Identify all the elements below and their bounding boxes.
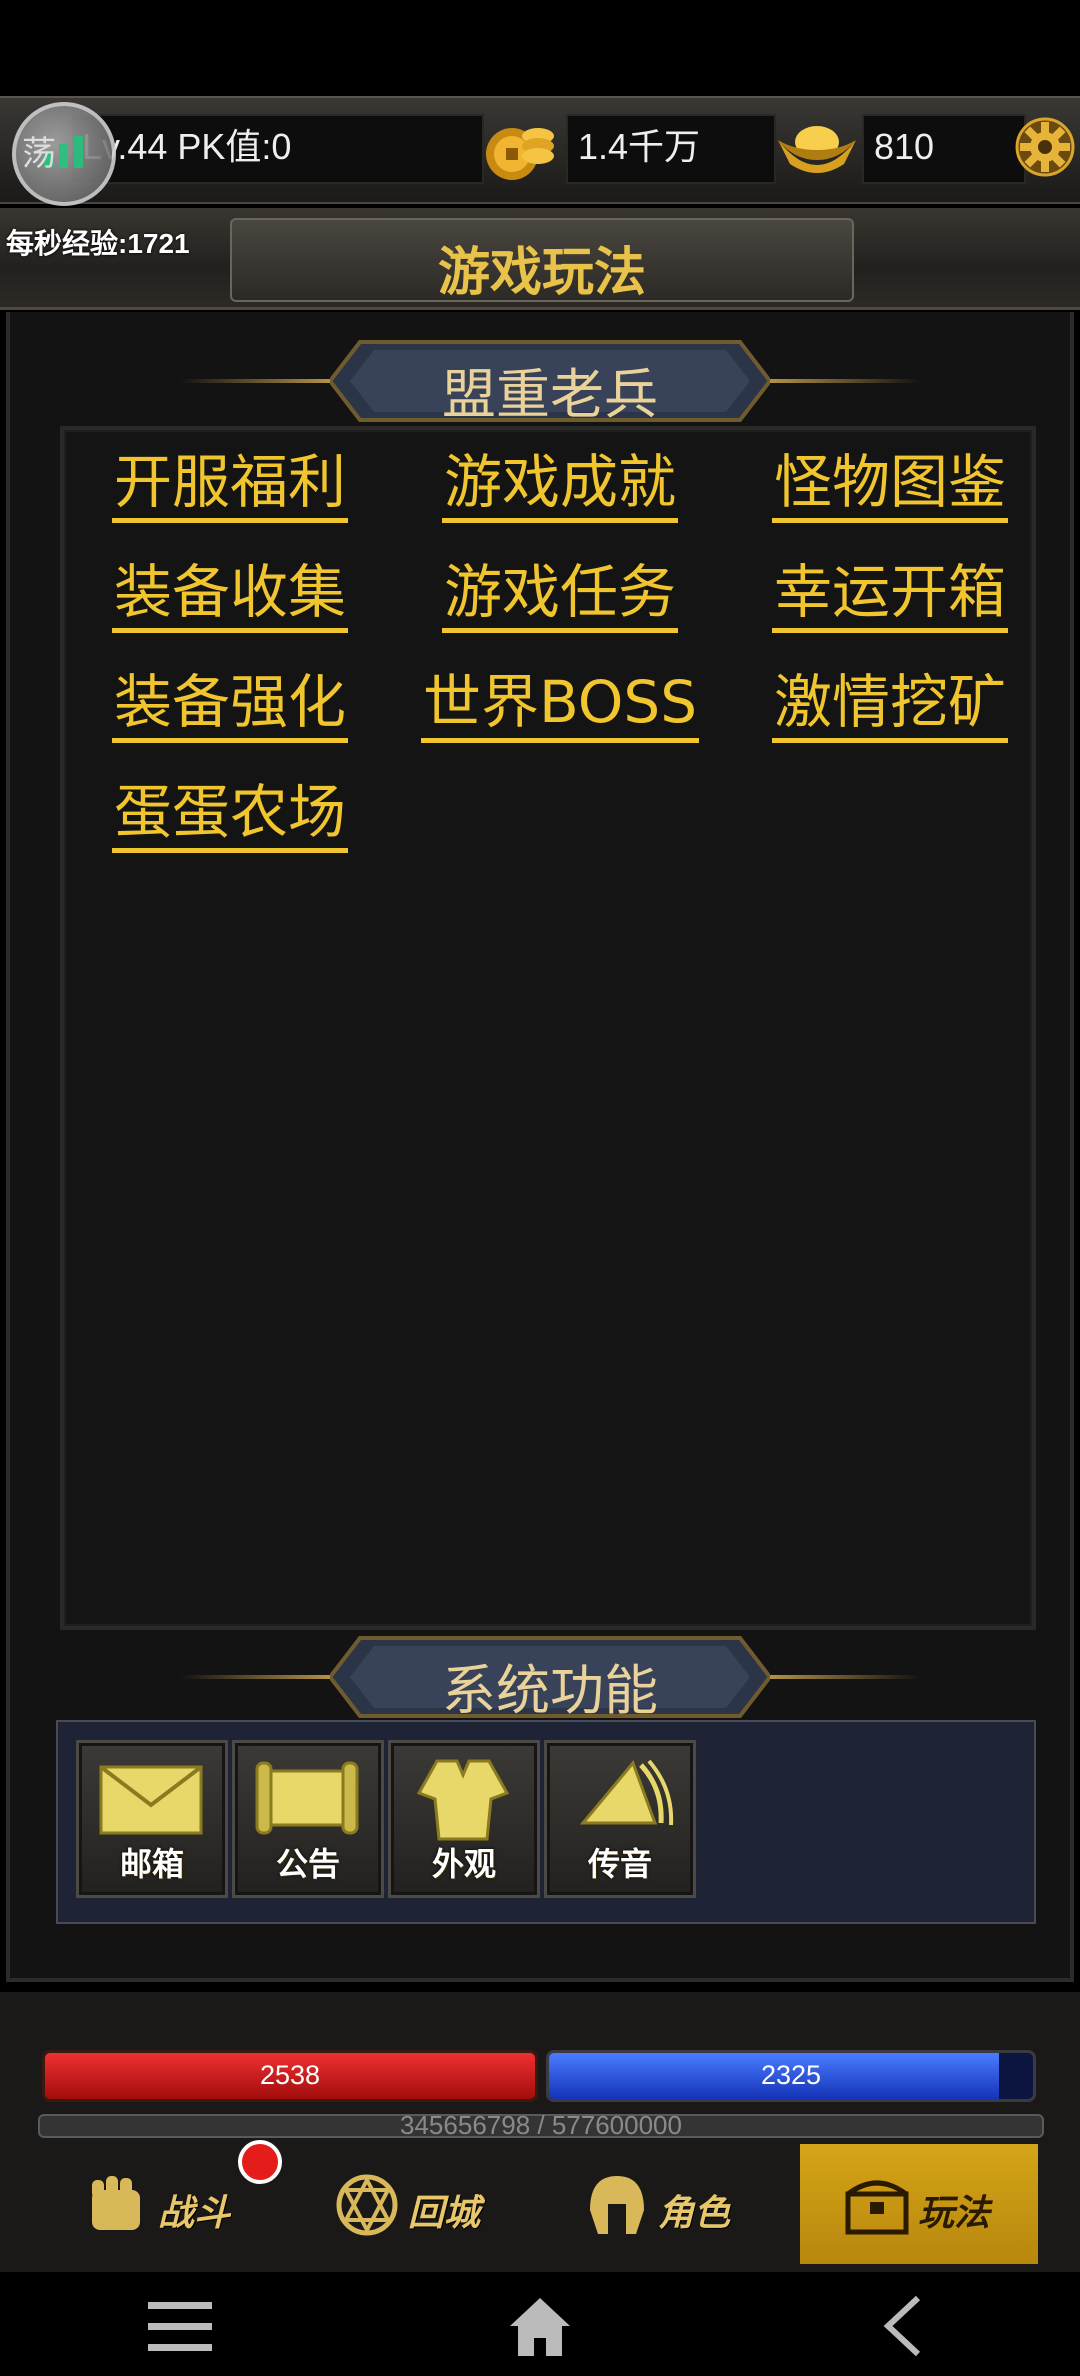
- system-functions-box: 邮箱 公告 外观 传音: [56, 1720, 1036, 1924]
- fist-icon: [92, 2176, 140, 2230]
- tab-character[interactable]: 角色: [540, 2144, 778, 2264]
- system-section-title: 系统功能: [442, 1659, 658, 1722]
- system-nav-bar: [0, 2272, 1080, 2376]
- menu-egg-farm[interactable]: 蛋蛋农场: [110, 776, 350, 856]
- treasure-chest-icon: [845, 2180, 909, 2235]
- menu-open-server-bonus[interactable]: 开服福利: [110, 446, 350, 526]
- exp-bar-text: 345656798 / 577600000: [400, 2110, 682, 2140]
- gameplay-menu-box: 开服福利 游戏成就 怪物图鉴 装备收集 游戏任务 幸运开箱 装备强化 世界BOS…: [60, 426, 1036, 1630]
- hp-value: 2538: [259, 2060, 321, 2090]
- system-section-header: 系统功能: [180, 1634, 920, 1722]
- outfit-icon: [416, 1759, 510, 1841]
- menu-equipment-enhance[interactable]: 装备强化: [110, 666, 350, 746]
- menu-monster-codex[interactable]: 怪物图鉴: [770, 446, 1010, 526]
- mp-value: 2325: [760, 2060, 822, 2090]
- ingot-amount-field: 810: [862, 114, 1026, 184]
- gear-icon[interactable]: [1014, 116, 1076, 178]
- appearance-button[interactable]: 外观: [388, 1740, 540, 1898]
- avatar-overlay-char: 荡: [22, 134, 56, 174]
- envelope-icon: [99, 1765, 203, 1835]
- exp-bar: 345656798 / 577600000: [38, 2110, 1044, 2140]
- menu-world-boss[interactable]: 世界BOSS: [420, 666, 700, 746]
- title-band: 游戏玩法 每秒经验:1721: [0, 208, 1080, 310]
- status-area: 2538 2325 345656798 / 577600000 战斗 回城 角色: [0, 1992, 1080, 2272]
- gameplay-section-title: 盟重老兵: [442, 363, 658, 426]
- menu-equipment-collection[interactable]: 装备收集: [110, 556, 350, 636]
- menu-achievements[interactable]: 游戏成就: [440, 446, 680, 526]
- tab-return-city[interactable]: 回城: [290, 2144, 528, 2264]
- ingot-amount: 810: [874, 126, 935, 167]
- gold-amount: 1.4千万: [578, 126, 701, 167]
- gameplay-section-header: 盟重老兵: [180, 338, 920, 426]
- menu-game-quests[interactable]: 游戏任务: [440, 556, 680, 636]
- menu-lucky-box[interactable]: 幸运开箱: [770, 556, 1010, 636]
- gold-amount-field: 1.4千万: [566, 114, 776, 184]
- mp-bar: 2325: [546, 2050, 1036, 2102]
- portal-icon: [336, 2174, 398, 2236]
- mail-button[interactable]: 邮箱: [76, 1740, 228, 1898]
- exp-per-second: 每秒经验:1721: [6, 228, 190, 259]
- page-title: 游戏玩法: [437, 243, 646, 303]
- notification-badge: [238, 2140, 282, 2184]
- main-panel: 盟重老兵 开服福利 游戏成就 怪物图鉴 装备收集 游戏任务 幸运开箱 装备强化 …: [6, 312, 1074, 1982]
- home-icon[interactable]: [506, 2292, 574, 2360]
- announcement-button[interactable]: 公告: [232, 1740, 384, 1898]
- level-pk-field: Lv.44 PK值:0: [70, 114, 484, 184]
- gold-ingot-icon: [778, 126, 856, 173]
- top-status-bar: Lv.44 PK值:0 1.4千万 810: [0, 96, 1080, 206]
- menu-mining[interactable]: 激情挖矿: [770, 666, 1010, 746]
- gold-coins-icon: [486, 128, 554, 180]
- tab-gameplay[interactable]: 玩法: [800, 2144, 1038, 2264]
- back-icon[interactable]: [880, 2294, 924, 2358]
- title-plaque: 游戏玩法: [230, 218, 854, 303]
- broadcast-button[interactable]: 传音: [544, 1740, 696, 1898]
- menu-icon[interactable]: [148, 2300, 212, 2354]
- hp-bar: 2538: [42, 2050, 538, 2102]
- helmet-icon: [590, 2176, 644, 2234]
- megaphone-icon: [579, 1759, 674, 1826]
- scroll-icon: [255, 1761, 359, 1835]
